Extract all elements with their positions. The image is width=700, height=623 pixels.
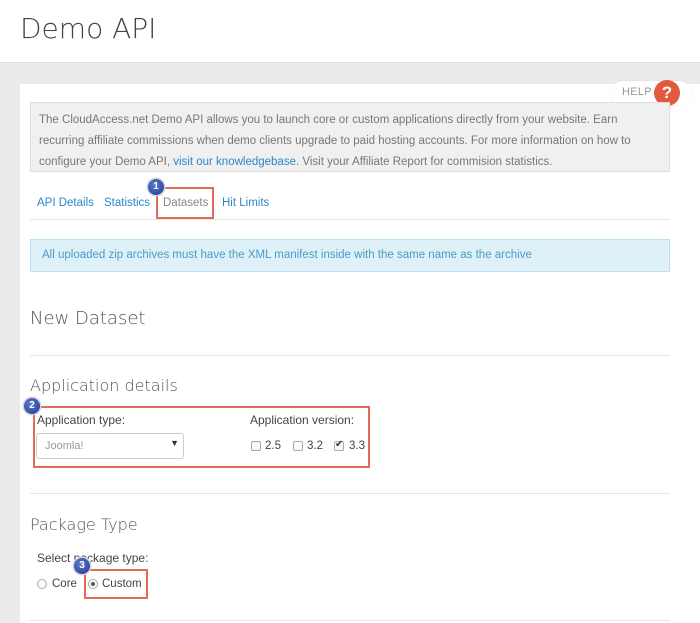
- application-type-select[interactable]: Joomla! ▼: [36, 433, 184, 459]
- tab-api-details[interactable]: API Details: [37, 197, 94, 209]
- new-dataset-heading: New Dataset: [30, 308, 146, 329]
- version-checkbox-3-2[interactable]: [293, 441, 303, 451]
- intro-description: The CloudAccess.net Demo API allows you …: [30, 102, 670, 172]
- tab-statistics[interactable]: Statistics: [104, 197, 150, 209]
- page-title: Demo API: [20, 12, 157, 45]
- help-label: HELP: [622, 86, 652, 98]
- version-checkbox-3-3[interactable]: [334, 439, 344, 451]
- divider: [30, 355, 670, 356]
- package-radio-core[interactable]: [37, 579, 47, 589]
- tab-hit-limits[interactable]: Hit Limits: [222, 197, 269, 209]
- step-marker-2: 2: [24, 398, 40, 414]
- package-type-heading: Package Type: [30, 515, 138, 534]
- knowledgebase-link[interactable]: visit our knowledgebase: [173, 156, 296, 168]
- package-label-core: Core: [52, 578, 77, 590]
- application-details-heading: Application details: [30, 376, 178, 395]
- package-radio-custom[interactable]: [88, 579, 98, 589]
- application-type-value: Joomla!: [45, 440, 84, 452]
- application-type-label: Application type:: [37, 413, 126, 427]
- application-version-label: Application version:: [250, 413, 355, 427]
- version-label-3-2: 3.2: [307, 440, 323, 452]
- divider: [30, 620, 670, 621]
- step-marker-3: 3: [74, 558, 90, 574]
- intro-text-after: . Visit your Affiliate Report for commis…: [295, 156, 553, 168]
- page-header: Demo API: [0, 0, 700, 63]
- caret-down-icon: ▼: [170, 438, 179, 448]
- info-alert: All uploaded zip archives must have the …: [30, 239, 670, 272]
- package-type-label: Select package type:: [37, 551, 149, 565]
- version-label-2-5: 2.5: [265, 440, 281, 452]
- version-checkbox-2-5[interactable]: [251, 441, 261, 451]
- tabs-underline: [30, 219, 670, 220]
- divider: [30, 493, 670, 494]
- package-label-custom: Custom: [102, 578, 142, 590]
- highlight-box-datasets: [156, 187, 214, 219]
- version-label-3-3: 3.3: [349, 440, 365, 452]
- step-marker-1: 1: [148, 179, 164, 195]
